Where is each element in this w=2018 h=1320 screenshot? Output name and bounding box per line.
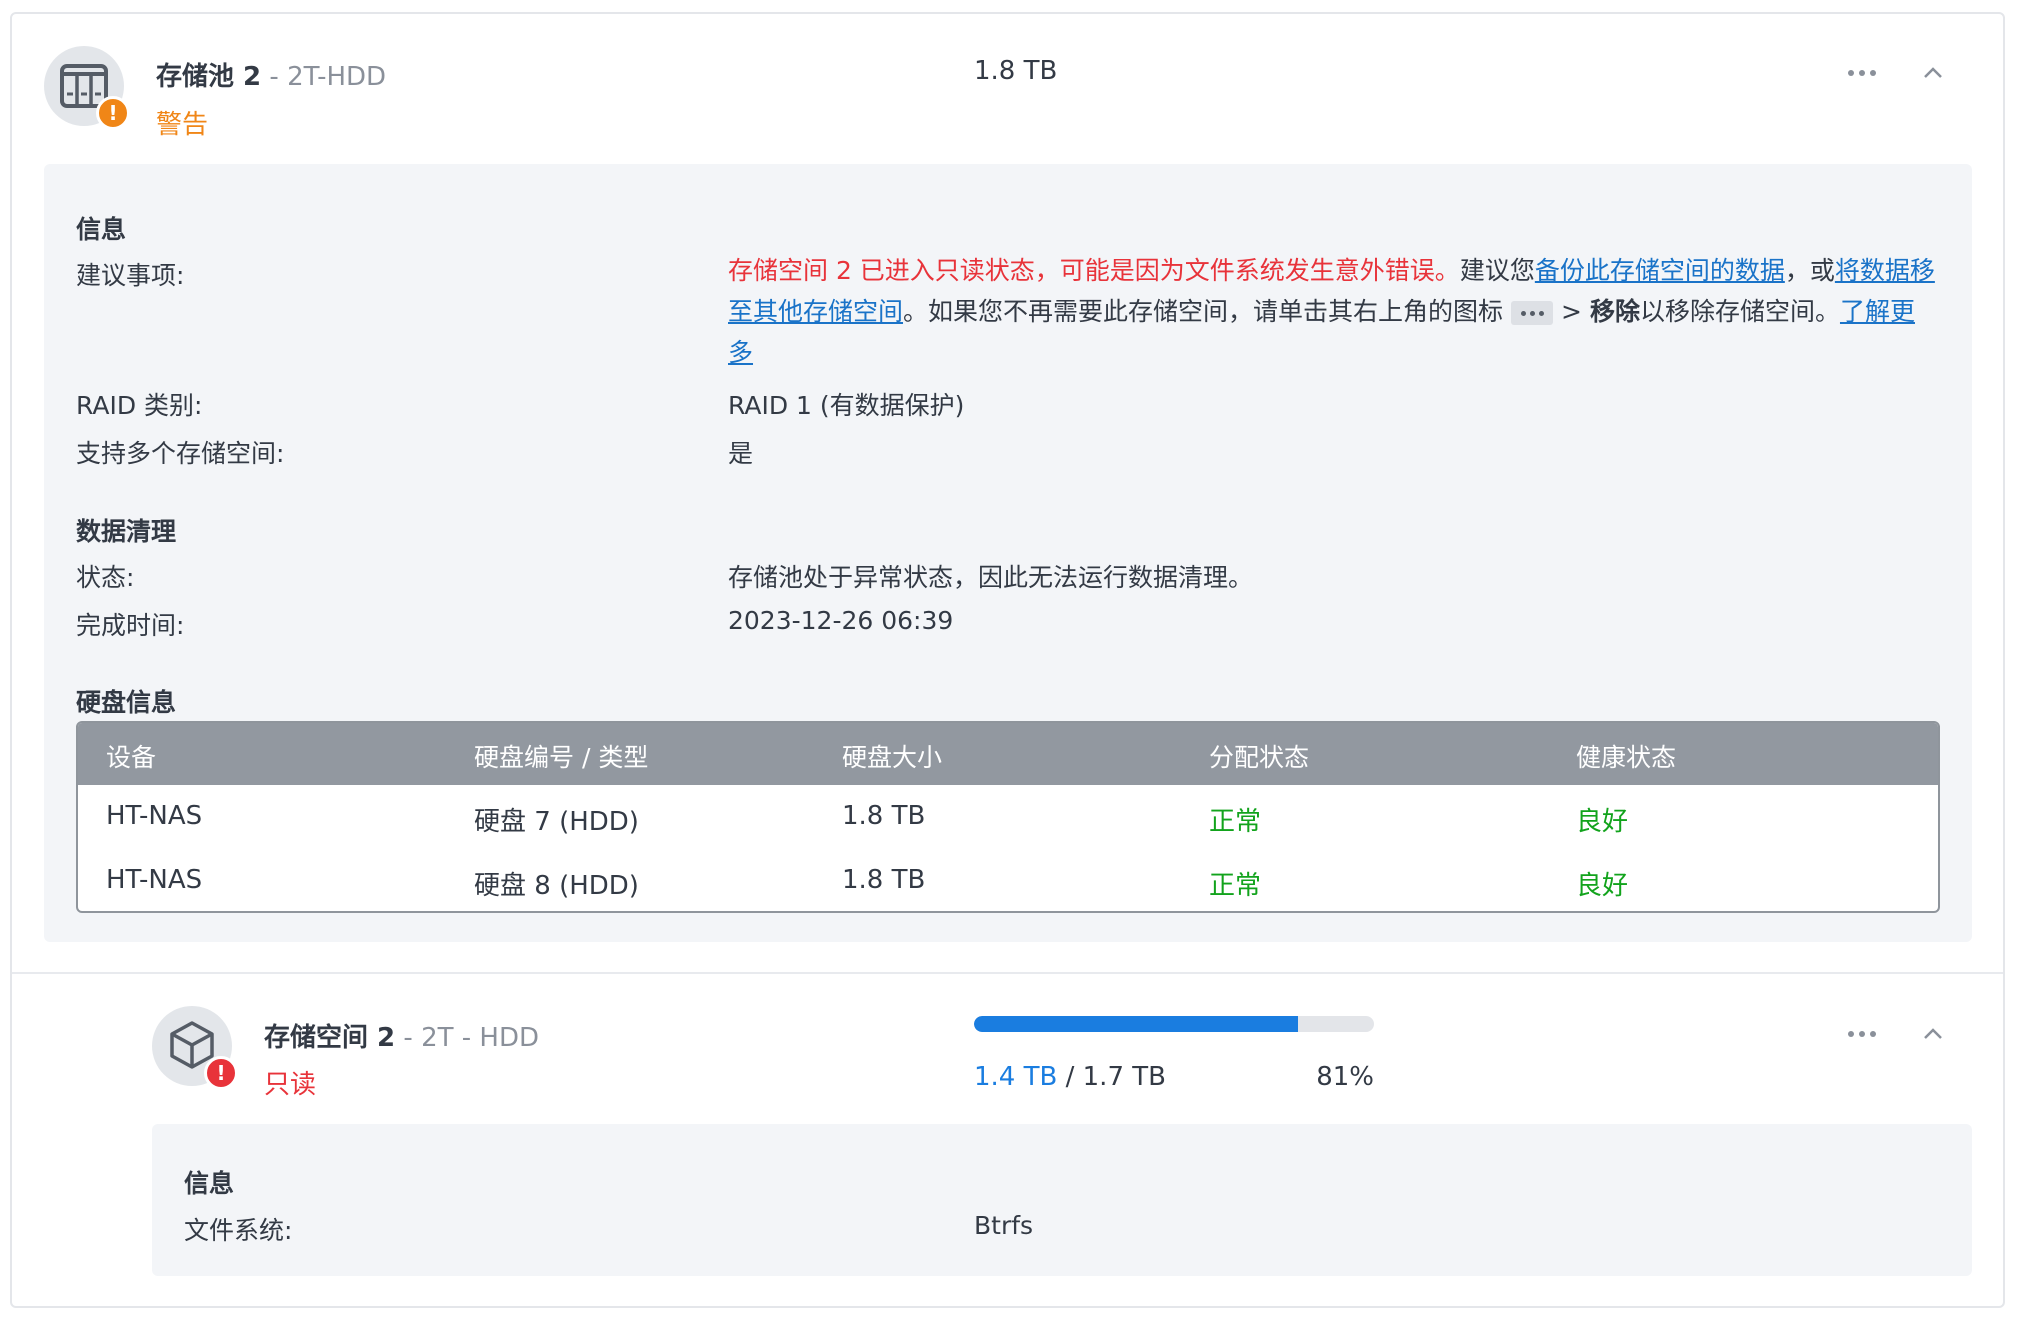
volume-name: 存储空间 2 <box>264 1023 396 1053</box>
pool-size: 1.8 TB <box>974 56 1058 86</box>
warning-badge-icon: ! <box>96 96 130 130</box>
dot-icon <box>1859 70 1865 76</box>
scrub-status-label: 状态: <box>76 563 135 592</box>
more-icon <box>1511 301 1554 325</box>
volume-more-button[interactable] <box>1840 1019 1884 1049</box>
volume-collapse-button[interactable] <box>1918 1019 1948 1049</box>
volume-usage-percent: 81% <box>1316 1062 1374 1092</box>
dot-icon <box>1859 1031 1865 1037</box>
cell-device: HT-NAS <box>106 801 203 831</box>
storage-pool-card: ! 存储池 2 - 2T-HDD 警告 1.8 TB 信息 建议事项: 存储空间… <box>10 12 2005 1308</box>
disk-table: 设备 硬盘编号 / 类型 硬盘大小 分配状态 健康状态 HT-NAS 硬盘 7 … <box>76 721 1940 913</box>
scrub-time-value: 2023-12-26 06:39 <box>728 606 954 635</box>
filesystem-value: Btrfs <box>974 1211 1034 1240</box>
storage-pool-icon: ! <box>44 46 130 130</box>
volume-total: 1.7 TB <box>1082 1062 1166 1092</box>
multi-volume-label: 支持多个存储空间: <box>76 439 285 468</box>
pool-status: 警告 <box>156 110 209 140</box>
backup-data-link[interactable]: 备份此存储空间的数据 <box>1535 256 1785 285</box>
volume-info-panel: 信息 文件系统: Btrfs <box>152 1124 1972 1276</box>
cell-allocation-status: 正常 <box>1209 871 1262 901</box>
cell-allocation-status: 正常 <box>1209 807 1262 837</box>
table-row[interactable]: HT-NAS 硬盘 7 (HDD) 1.8 TB 正常 良好 <box>78 785 1938 849</box>
readonly-warning-text: 存储空间 2 已进入只读状态，可能是因为文件系统发生意外错误。 <box>728 256 1460 285</box>
volume-cube-icon: ! <box>152 1006 238 1090</box>
table-row[interactable]: HT-NAS 硬盘 8 (HDD) 1.8 TB 正常 良好 <box>78 849 1938 911</box>
volume-title: 存储空间 2 - 2T - HDD <box>264 1017 539 1054</box>
volume-usage-bar <box>974 1016 1374 1032</box>
volume-subtitle: - 2T - HDD <box>395 1023 539 1053</box>
advice-text: 存储空间 2 已进入只读状态，可能是因为文件系统发生意外错误。建议您备份此存储空… <box>728 256 1935 367</box>
volume-used: 1.4 TB <box>974 1062 1058 1092</box>
dot-icon <box>1848 70 1854 76</box>
cell-disk-id: 硬盘 8 (HDD) <box>474 871 639 901</box>
scrub-time-label: 完成时间: <box>76 611 185 640</box>
section-divider <box>12 972 2003 974</box>
disk-table-header: 设备 硬盘编号 / 类型 硬盘大小 分配状态 健康状态 <box>78 723 1938 785</box>
dot-icon <box>1870 70 1876 76</box>
error-badge-icon: ! <box>204 1056 238 1090</box>
scrub-status-value: 存储池处于异常状态，因此无法运行数据清理。 <box>728 563 1254 592</box>
dot-icon <box>1848 1031 1854 1037</box>
cell-size: 1.8 TB <box>842 801 926 831</box>
pool-collapse-button[interactable] <box>1918 58 1948 88</box>
volume-info-title: 信息 <box>184 1169 235 1198</box>
pool-info-panel: 信息 建议事项: 存储空间 2 已进入只读状态，可能是因为文件系统发生意外错误。… <box>44 164 1972 942</box>
volume-status: 只读 <box>264 1070 317 1100</box>
column-header-health[interactable]: 健康状态 <box>1576 738 1676 774</box>
filesystem-label: 文件系统: <box>184 1216 293 1245</box>
dot-icon <box>1870 1031 1876 1037</box>
info-section-title: 信息 <box>76 215 127 244</box>
cell-health-status: 良好 <box>1576 807 1629 837</box>
cell-device: HT-NAS <box>106 865 203 895</box>
pool-subtitle: - 2T-HDD <box>261 62 387 92</box>
volume-usage-fill <box>974 1016 1298 1032</box>
cell-disk-id: 硬盘 7 (HDD) <box>474 807 639 837</box>
column-header-disk-id[interactable]: 硬盘编号 / 类型 <box>474 738 648 774</box>
pool-title: 存储池 2 - 2T-HDD <box>156 56 386 93</box>
pool-name: 存储池 2 <box>156 62 262 92</box>
chevron-up-icon <box>1924 67 1942 78</box>
multi-volume-value: 是 <box>728 439 754 468</box>
chevron-up-icon <box>1924 1028 1942 1039</box>
cell-health-status: 良好 <box>1576 871 1629 901</box>
scrub-section-title: 数据清理 <box>76 517 177 546</box>
disk-section-title: 硬盘信息 <box>76 688 177 717</box>
remove-keyword: 移除 <box>1589 297 1640 326</box>
volume-usage-text: 1.4 TB / 1.7 TB <box>974 1062 1166 1092</box>
cell-size: 1.8 TB <box>842 865 926 895</box>
raid-label: RAID 类别: <box>76 391 203 420</box>
column-header-device[interactable]: 设备 <box>106 738 156 774</box>
advice-label: 建议事项: <box>76 261 185 290</box>
column-header-allocation[interactable]: 分配状态 <box>1209 738 1309 774</box>
column-header-size[interactable]: 硬盘大小 <box>842 738 942 774</box>
raid-value: RAID 1 (有数据保护) <box>728 391 965 420</box>
pool-more-button[interactable] <box>1840 58 1884 88</box>
